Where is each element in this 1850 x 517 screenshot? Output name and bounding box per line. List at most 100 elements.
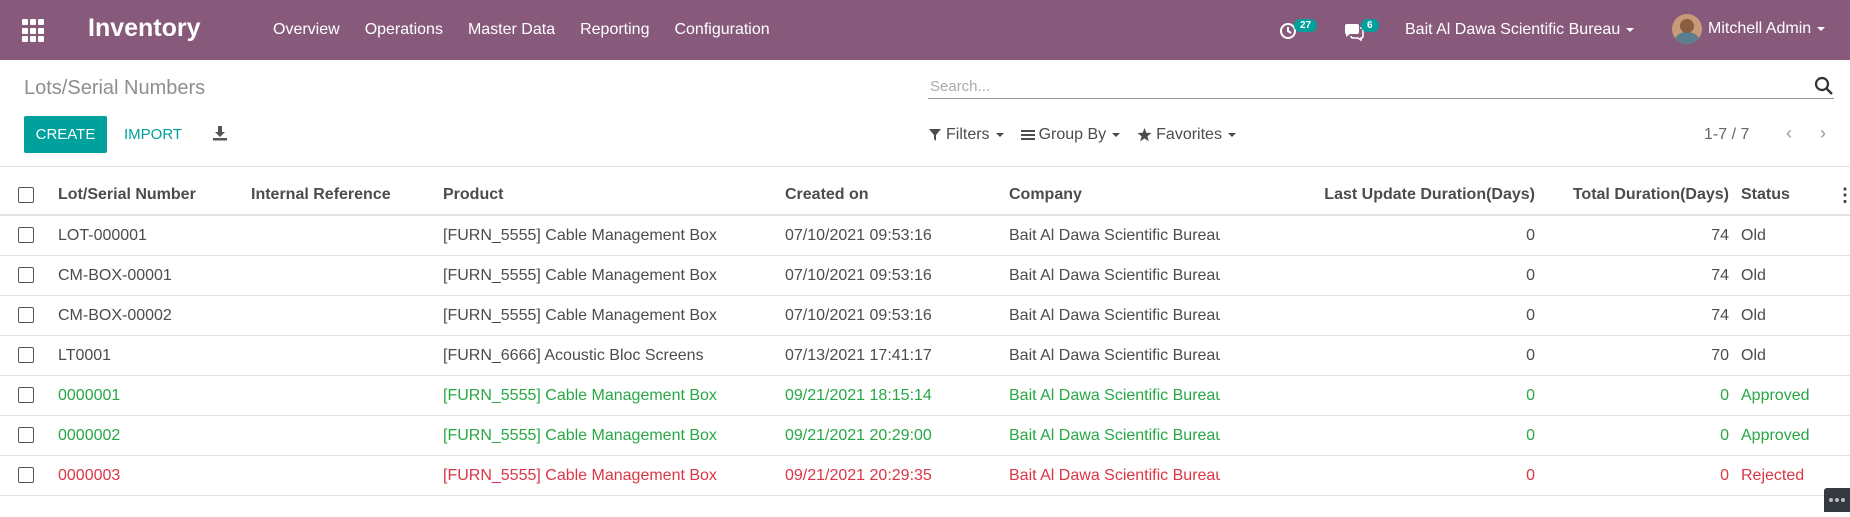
optional-columns-icon[interactable]: ⋮ xyxy=(1830,176,1850,216)
row-checkbox-cell xyxy=(0,255,52,296)
cell-last-update-duration: 0 xyxy=(1220,295,1541,336)
cell-company: Bait Al Dawa Scientific Bureau xyxy=(1003,335,1220,376)
cell-status: Old xyxy=(1735,295,1830,336)
top-navbar: Inventory Overview Operations Master Dat… xyxy=(0,0,1850,60)
table-row[interactable]: 0000001 [FURN_5555] Cable Management Box 0… xyxy=(0,375,1850,416)
search-input[interactable] xyxy=(928,74,1792,98)
row-checkbox-cell xyxy=(0,375,52,416)
cell-total-duration: 0 xyxy=(1541,375,1735,416)
row-checkbox[interactable] xyxy=(18,467,34,484)
messages-button[interactable]: 6 xyxy=(1343,19,1383,43)
cell-lot-serial-number: 0000002 xyxy=(52,415,245,456)
cell-last-update-duration: 0 xyxy=(1220,215,1541,256)
column-created-on[interactable]: Created on xyxy=(779,176,1003,216)
table-header: Lot/Serial Number Internal Reference Pro… xyxy=(0,176,1850,216)
cell-total-duration: 74 xyxy=(1541,255,1735,296)
cell-created-on: 09/21/2021 20:29:00 xyxy=(779,415,1003,456)
menu-overview[interactable]: Overview xyxy=(273,21,340,39)
lots-table: Lot/Serial Number Internal Reference Pro… xyxy=(0,176,1850,496)
cell-product: [FURN_5555] Cable Management Box xyxy=(437,295,779,336)
cell-created-on: 07/10/2021 09:53:16 xyxy=(779,295,1003,336)
row-checkbox-cell xyxy=(0,415,52,456)
pager-nav: ‹ › xyxy=(1772,123,1840,145)
row-checkbox[interactable] xyxy=(18,347,34,364)
avatar xyxy=(1672,14,1702,44)
app-title[interactable]: Inventory xyxy=(88,14,201,43)
table-row[interactable]: LOT-000001 [FURN_5555] Cable Management B… xyxy=(0,215,1850,256)
chevron-down-icon xyxy=(1227,133,1236,137)
app-switcher-icon[interactable] xyxy=(22,19,46,43)
menu-configuration[interactable]: Configuration xyxy=(674,21,769,39)
search-icon[interactable] xyxy=(1814,76,1834,96)
row-spacer xyxy=(1830,335,1850,376)
search-options: Filters Group By Favorites xyxy=(928,126,1253,144)
cell-company: Bait Al Dawa Scientific Bureau xyxy=(1003,295,1220,336)
cell-created-on: 07/10/2021 09:53:16 xyxy=(779,215,1003,256)
cell-created-on: 09/21/2021 18:15:14 xyxy=(779,375,1003,416)
row-spacer xyxy=(1830,255,1850,296)
cell-lot-serial-number: 0000003 xyxy=(52,455,245,496)
cell-company: Bait Al Dawa Scientific Bureau xyxy=(1003,255,1220,296)
filters-label: Filters xyxy=(946,126,990,143)
row-checkbox[interactable] xyxy=(18,427,34,444)
column-product[interactable]: Product xyxy=(437,176,779,216)
row-checkbox[interactable] xyxy=(18,227,34,244)
table-row[interactable]: CM-BOX-00001 [FURN_5555] Cable Management… xyxy=(0,255,1850,296)
cell-status: Old xyxy=(1735,215,1830,256)
page-title: Lots/Serial Numbers xyxy=(24,77,206,99)
cell-total-duration: 0 xyxy=(1541,455,1735,496)
cell-last-update-duration: 0 xyxy=(1220,335,1541,376)
favorites-label: Favorites xyxy=(1156,126,1222,143)
cell-company: Bait Al Dawa Scientific Bureau xyxy=(1003,215,1220,256)
column-company[interactable]: Company xyxy=(1003,176,1220,216)
cell-internal-reference xyxy=(245,375,437,416)
row-checkbox[interactable] xyxy=(18,307,34,324)
pager-value[interactable]: 1-7 / 7 xyxy=(1704,126,1749,144)
select-all-checkbox[interactable] xyxy=(18,186,34,203)
company-switcher[interactable]: Bait Al Dawa Scientific Bureau xyxy=(1405,21,1635,39)
import-button[interactable]: IMPORT xyxy=(124,126,182,143)
control-panel: Lots/Serial Numbers CREATE IMPORT Filter… xyxy=(0,60,1850,167)
row-spacer xyxy=(1830,215,1850,256)
cell-created-on: 07/10/2021 09:53:16 xyxy=(779,255,1003,296)
table-row[interactable]: 0000002 [FURN_5555] Cable Management Box 0… xyxy=(0,415,1850,456)
column-status[interactable]: Status xyxy=(1735,176,1830,216)
create-button[interactable]: CREATE xyxy=(24,116,107,153)
groupby-dropdown[interactable]: Group By xyxy=(1020,126,1121,144)
user-menu[interactable]: Mitchell Admin xyxy=(1672,14,1826,44)
table-row[interactable]: CM-BOX-00002 [FURN_5555] Cable Management… xyxy=(0,295,1850,336)
cell-company: Bait Al Dawa Scientific Bureau xyxy=(1003,415,1220,456)
favorites-dropdown[interactable]: Favorites xyxy=(1137,126,1236,144)
cell-lot-serial-number: LT0001 xyxy=(52,335,245,376)
filters-dropdown[interactable]: Filters xyxy=(928,126,1004,144)
chevron-left-icon[interactable]: ‹ xyxy=(1772,123,1806,145)
column-internal-reference[interactable]: Internal Reference xyxy=(245,176,437,216)
row-checkbox[interactable] xyxy=(18,387,34,404)
activity-button[interactable]: 27 xyxy=(1278,19,1318,43)
cell-lot-serial-number: CM-BOX-00001 xyxy=(52,255,245,296)
chevron-down-icon xyxy=(1112,133,1121,137)
cell-status: Old xyxy=(1735,255,1830,296)
row-checkbox[interactable] xyxy=(18,267,34,284)
cell-created-on: 09/21/2021 20:29:35 xyxy=(779,455,1003,496)
cell-lot-serial-number: LOT-000001 xyxy=(52,215,245,256)
download-icon[interactable] xyxy=(212,125,228,141)
column-last-update-duration[interactable]: Last Update Duration(Days) xyxy=(1220,176,1541,216)
company-name: Bait Al Dawa Scientific Bureau xyxy=(1405,21,1621,38)
list-icon xyxy=(1020,130,1035,140)
menu-reporting[interactable]: Reporting xyxy=(580,21,649,39)
menu-operations[interactable]: Operations xyxy=(365,21,443,39)
column-lot-serial-number[interactable]: Lot/Serial Number xyxy=(52,176,245,216)
cell-total-duration: 70 xyxy=(1541,335,1735,376)
cell-company: Bait Al Dawa Scientific Bureau xyxy=(1003,375,1220,416)
cell-last-update-duration: 0 xyxy=(1220,255,1541,296)
table-row[interactable]: 0000003 [FURN_5555] Cable Management Box 0… xyxy=(0,455,1850,496)
table-row[interactable]: LT0001 [FURN_6666] Acoustic Bloc Screens 0… xyxy=(0,335,1850,376)
debug-toggle[interactable] xyxy=(1824,488,1850,512)
chevron-down-icon xyxy=(1817,27,1826,31)
cell-total-duration: 74 xyxy=(1541,295,1735,336)
column-total-duration[interactable]: Total Duration(Days) xyxy=(1541,176,1735,216)
chevron-right-icon[interactable]: › xyxy=(1806,123,1840,145)
row-spacer xyxy=(1830,415,1850,456)
menu-master-data[interactable]: Master Data xyxy=(468,21,555,39)
